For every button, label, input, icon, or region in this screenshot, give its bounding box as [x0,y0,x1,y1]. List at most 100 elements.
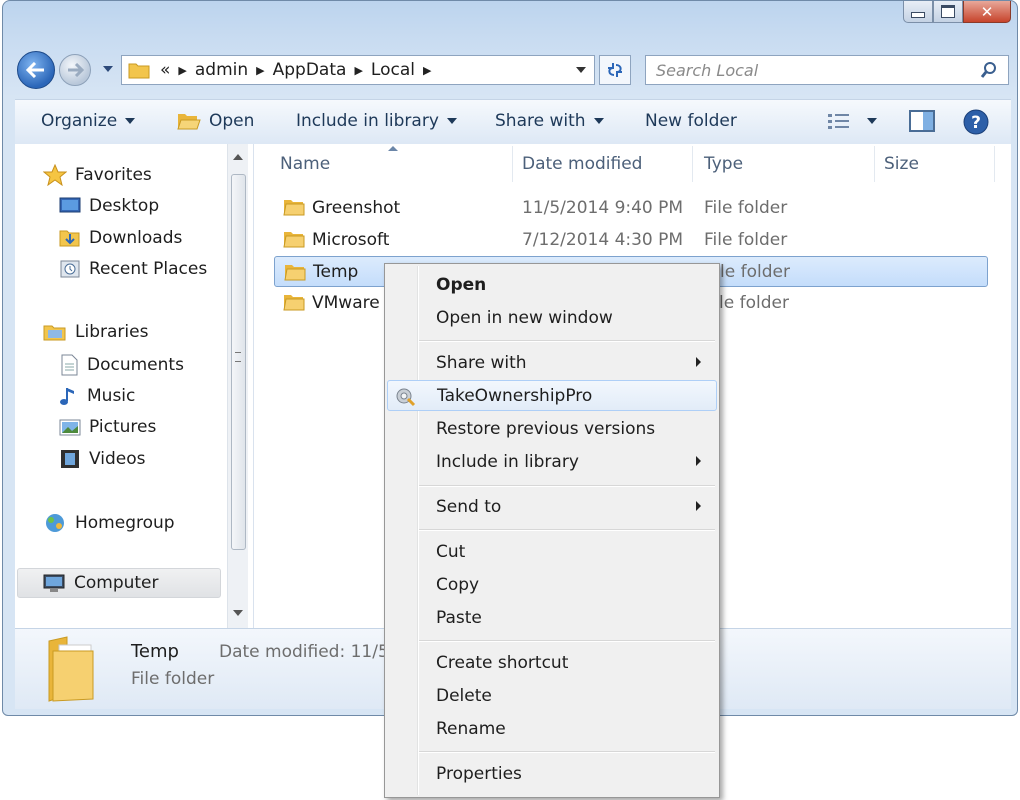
new-folder-button[interactable]: New folder [645,111,737,131]
scrollbar-thumb[interactable] [231,174,246,550]
column-divider[interactable] [692,146,693,182]
share-with-label: Share with [495,111,586,131]
preview-pane-button[interactable] [909,110,935,132]
nav-downloads[interactable]: Downloads [59,228,182,248]
menu-item-restore-previous-versions[interactable]: Restore previous versions [387,413,717,444]
menu-item-label: Delete [436,685,492,706]
breadcrumb-separator[interactable]: ▶ [178,64,186,77]
menu-item-copy[interactable]: Copy [387,569,717,600]
menu-separator [419,640,715,642]
menu-item-cut[interactable]: Cut [387,536,717,567]
breadcrumb-separator[interactable]: ▶ [423,64,431,77]
folder-icon [283,295,305,311]
nav-recent-places[interactable]: Recent Places [59,259,207,279]
menu-item-label: Open [436,274,487,295]
folder-icon [128,63,150,79]
menu-item-delete[interactable]: Delete [387,680,717,711]
submenu-arrow-icon [696,357,701,367]
nav-music[interactable]: Music [59,385,135,407]
nav-pane-scrollbar[interactable] [227,144,248,628]
breadcrumb-separator[interactable]: ▶ [354,64,362,77]
documents-icon [61,354,78,376]
caption-buttons: ✕ [903,1,1011,23]
open-button[interactable]: Open [177,111,254,131]
chevron-down-icon [446,118,457,124]
homegroup-icon [46,514,64,532]
nav-homegroup[interactable]: Homegroup [43,512,175,534]
column-header-size[interactable]: Size [884,154,919,174]
column-header-type[interactable]: Type [704,154,743,174]
menu-item-rename[interactable]: Rename [387,713,717,744]
menu-item-label: Include in library [436,451,579,472]
refresh-button[interactable] [599,55,631,85]
close-icon: ✕ [980,2,994,21]
address-overflow[interactable]: « [160,60,170,80]
search-icon[interactable] [980,61,998,79]
address-bar[interactable]: « ▶ admin ▶ AppData ▶ Local ▶ [121,55,595,85]
organize-button[interactable]: Organize [41,111,136,131]
include-in-library-button[interactable]: Include in library [296,111,457,131]
address-history-dropdown[interactable] [576,67,586,73]
search-placeholder: Search Local [656,60,759,80]
recent-pages-dropdown[interactable] [103,66,113,72]
nav-favorites-label: Favorites [75,165,152,185]
nav-desktop[interactable]: Desktop [59,196,159,216]
videos-icon [61,450,79,468]
desktop-icon [59,197,81,213]
file-name: Temp [313,261,359,282]
nav-pictures[interactable]: Pictures [59,417,156,437]
refresh-icon [608,63,622,77]
menu-item-paste[interactable]: Paste [387,602,717,633]
scroll-up-icon[interactable] [233,154,243,160]
menu-item-takeownershippro[interactable]: TakeOwnershipPro [387,380,717,411]
menu-item-include-in-library[interactable]: Include in library [387,446,717,477]
forward-button[interactable] [59,54,91,86]
pictures-icon [59,419,81,436]
column-header-name[interactable]: Name [280,154,330,174]
nav-libraries[interactable]: Libraries [43,322,148,342]
menu-item-create-shortcut[interactable]: Create shortcut [387,647,717,678]
maximize-button[interactable] [933,1,963,23]
menu-item-label: TakeOwnershipPro [437,385,593,406]
back-button[interactable] [17,51,55,89]
scroll-down-icon[interactable] [233,610,243,616]
organize-label: Organize [41,111,118,131]
nav-videos[interactable]: Videos [59,449,146,469]
context-menu: Open Open in new window Share with TakeO… [384,263,720,798]
file-name: Greenshot [312,197,401,218]
share-with-button[interactable]: Share with [495,111,604,131]
menu-item-open-new-window[interactable]: Open in new window [387,302,717,333]
search-input[interactable]: Search Local [645,55,1009,85]
file-type: File folder [704,229,788,250]
nav-favorites[interactable]: Favorites [43,164,152,186]
close-button[interactable]: ✕ [963,1,1011,23]
details-name: Temp [131,641,179,662]
breadcrumb-separator[interactable]: ▶ [256,64,264,77]
column-header-date-modified[interactable]: Date modified [522,154,642,174]
chevron-down-icon [593,118,604,124]
menu-item-send-to[interactable]: Send to [387,491,717,522]
libraries-icon [43,325,66,341]
file-row-greenshot[interactable]: Greenshot 11/5/2014 9:40 PM File folder [274,192,988,223]
menu-item-open[interactable]: Open [387,269,717,300]
file-row-microsoft[interactable]: Microsoft 7/12/2014 4:30 PM File folder [274,224,988,255]
menu-item-share-with[interactable]: Share with [387,347,717,378]
column-divider[interactable] [994,146,995,182]
submenu-arrow-icon [696,456,701,466]
nav-documents-label: Documents [87,355,184,375]
column-divider[interactable] [512,146,513,182]
change-view-button[interactable] [827,112,877,130]
help-button[interactable]: ? [963,109,989,135]
column-divider[interactable] [874,146,875,182]
breadcrumb-local[interactable]: Local [371,60,415,80]
folder-icon [284,265,306,281]
minimize-button[interactable] [903,1,933,23]
menu-item-properties[interactable]: Properties [387,758,717,789]
file-name: VMware [312,292,380,313]
breadcrumb-admin[interactable]: admin [195,60,248,80]
nav-computer[interactable]: Computer [17,568,221,598]
breadcrumb-appdata[interactable]: AppData [273,60,347,80]
nav-documents[interactable]: Documents [59,354,184,376]
include-in-library-label: Include in library [296,111,439,131]
nav-downloads-label: Downloads [89,228,183,248]
